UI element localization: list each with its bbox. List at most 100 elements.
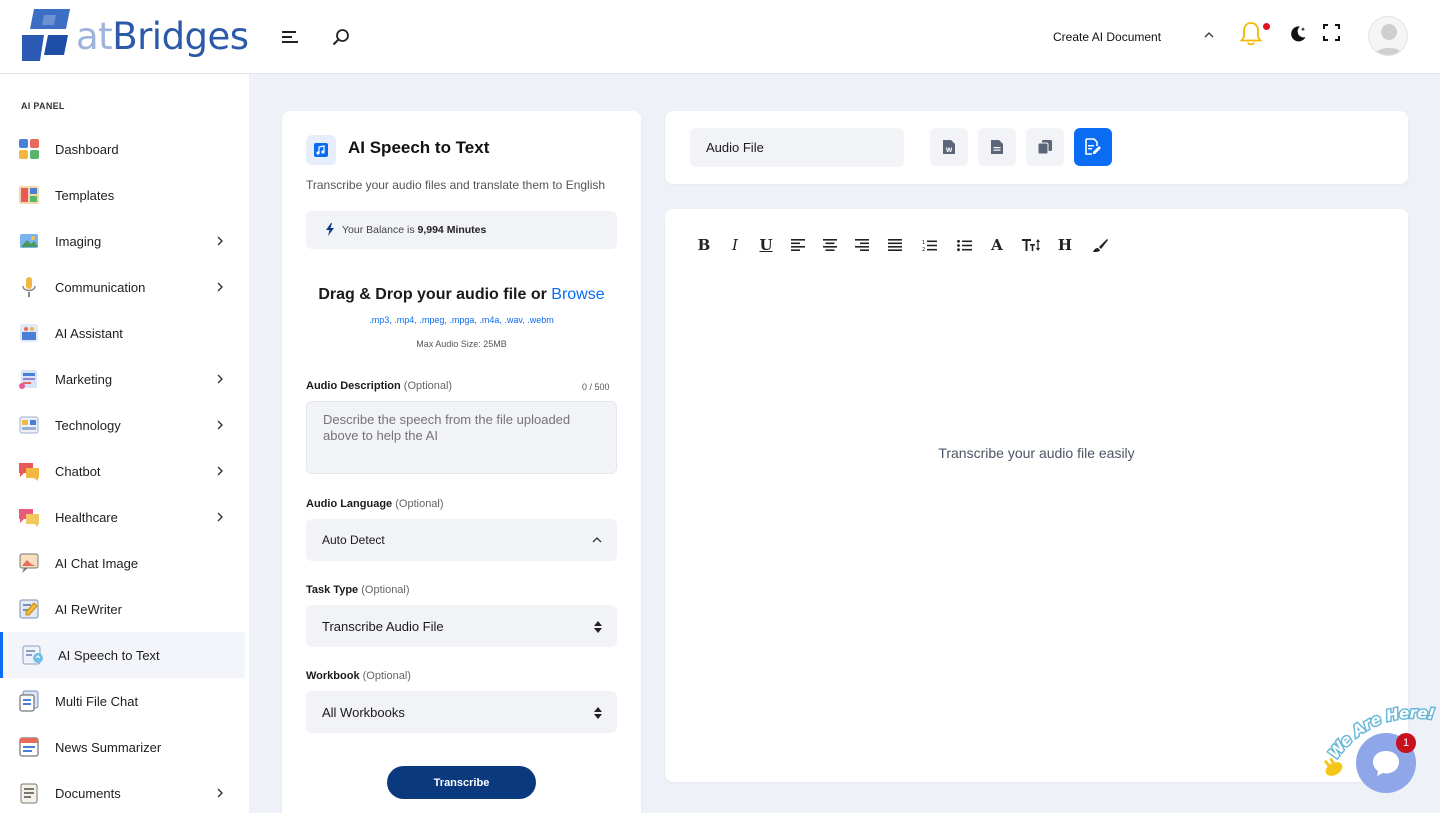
workbook-select[interactable]: All Workbooks xyxy=(306,691,617,733)
sidebar-item-ai-rewriter[interactable]: AI ReWriter xyxy=(0,586,245,632)
audio-language-select[interactable]: Auto Detect xyxy=(306,519,617,561)
notification-dot xyxy=(1263,23,1270,30)
brand-logo[interactable]: atBridges xyxy=(22,9,249,61)
speech-to-text-form: AI Speech to Text Transcribe your audio … xyxy=(282,111,641,813)
svg-text:2: 2 xyxy=(922,247,925,252)
svg-text:W: W xyxy=(946,147,953,154)
align-justify-button[interactable] xyxy=(885,235,905,255)
export-text-icon xyxy=(991,140,1003,154)
chevron-right-icon xyxy=(217,236,223,246)
task-type-label: Task Type (Optional) xyxy=(306,584,410,596)
sidebar-item-label: Marketing xyxy=(55,371,113,387)
sidebar-item-label: Healthcare xyxy=(55,509,118,525)
user-avatar-icon xyxy=(1374,24,1404,55)
audio-description-input[interactable] xyxy=(306,401,617,474)
ordered-list-icon: 12 xyxy=(922,240,937,252)
description-char-counter: 0 / 500 xyxy=(582,382,610,392)
align-left-button[interactable] xyxy=(788,235,808,255)
audio-language-label: Audio Language (Optional) xyxy=(306,498,444,510)
sidebar-item-communication[interactable]: Communication xyxy=(0,264,245,310)
chat-notification-badge: 1 xyxy=(1396,733,1416,753)
unordered-list-button[interactable] xyxy=(954,235,974,255)
sidebar-item-label: Dashboard xyxy=(55,141,119,157)
logo-suffix: Bridges xyxy=(112,15,249,58)
microphone-icon xyxy=(22,277,36,297)
export-word-button[interactable]: W xyxy=(930,128,968,166)
ordered-list-button[interactable]: 12 xyxy=(919,235,939,255)
align-center-button[interactable] xyxy=(820,235,840,255)
copy-button[interactable] xyxy=(1026,128,1064,166)
sidebar-item-multi-file-chat[interactable]: Multi File Chat xyxy=(0,678,245,724)
save-edit-button[interactable] xyxy=(1074,128,1112,166)
export-text-button[interactable] xyxy=(978,128,1016,166)
workbook-value: All Workbooks xyxy=(322,705,405,720)
sidebar-item-label: AI ReWriter xyxy=(55,601,122,617)
assistant-icon xyxy=(20,324,38,342)
sidebar-item-ai-chat-image[interactable]: AI Chat Image xyxy=(0,540,245,586)
sidebar-item-chatbot[interactable]: Chatbot xyxy=(0,448,245,494)
sidebar-item-templates[interactable]: Templates xyxy=(0,172,245,218)
multi-file-icon xyxy=(19,690,39,712)
sidebar-item-news-summarizer[interactable]: News Summarizer xyxy=(0,724,245,770)
sidebar-item-documents[interactable]: Documents xyxy=(0,770,245,813)
sidebar: AI PANEL Dashboard Templates Imaging Com… xyxy=(0,74,250,813)
sidebar-item-label: Multi File Chat xyxy=(55,693,139,709)
max-audio-size: Max Audio Size: 25MB xyxy=(416,339,507,349)
user-avatar[interactable] xyxy=(1368,16,1408,56)
transcribe-button[interactable]: Transcribe xyxy=(387,766,536,799)
balance-prefix: Your Balance is xyxy=(342,224,415,236)
healthcare-icon xyxy=(19,509,39,527)
dark-mode-icon[interactable] xyxy=(1288,24,1308,44)
font-color-icon: A xyxy=(991,236,1003,254)
underline-icon: U xyxy=(759,236,773,254)
music-note-icon xyxy=(314,143,328,157)
sidebar-item-ai-speech-to-text[interactable]: AI Speech to Text xyxy=(0,632,245,678)
chevron-up-icon[interactable] xyxy=(1202,28,1216,42)
align-center-icon xyxy=(823,239,837,251)
menu-icon xyxy=(282,31,298,43)
sidebar-item-ai-assistant[interactable]: AI Assistant xyxy=(0,310,245,356)
sidebar-item-label: Templates xyxy=(55,187,115,203)
heading-button[interactable]: H xyxy=(1055,235,1075,255)
create-ai-document-menu[interactable]: Create AI Document xyxy=(1053,30,1161,44)
sidebar-item-dashboard[interactable]: Dashboard xyxy=(0,126,245,172)
task-type-value: Transcribe Audio File xyxy=(322,619,444,634)
align-right-icon xyxy=(855,239,869,251)
copy-icon xyxy=(1037,140,1052,155)
sidebar-item-healthcare[interactable]: Healthcare xyxy=(0,494,245,540)
browse-link[interactable]: Browse xyxy=(551,286,604,303)
workbook-label: Workbook (Optional) xyxy=(306,670,411,682)
audio-dropzone[interactable]: Drag & Drop your audio file or Browse xyxy=(282,286,641,304)
chevron-up-icon xyxy=(592,537,602,543)
align-right-button[interactable] xyxy=(852,235,872,255)
bold-button[interactable]: B xyxy=(694,235,714,255)
chevron-right-icon xyxy=(217,512,223,522)
bell-icon[interactable] xyxy=(1240,21,1262,47)
task-type-select[interactable]: Transcribe Audio File xyxy=(306,605,617,647)
page-subtitle: Transcribe your audio files and translat… xyxy=(306,178,606,192)
font-color-button[interactable]: A xyxy=(987,235,1007,255)
sidebar-item-marketing[interactable]: Marketing xyxy=(0,356,245,402)
search-button[interactable] xyxy=(330,26,352,48)
sidebar-item-technology[interactable]: Technology xyxy=(0,402,245,448)
output-actions-bar: W xyxy=(665,111,1408,184)
technology-icon xyxy=(19,416,39,434)
font-size-icon xyxy=(1022,239,1040,251)
speech-to-text-icon xyxy=(22,645,43,665)
bold-icon: B xyxy=(697,236,711,254)
chevron-right-icon xyxy=(217,282,223,292)
page-title: AI Speech to Text xyxy=(348,138,490,157)
document-title-input[interactable] xyxy=(690,128,904,167)
font-size-button[interactable] xyxy=(1021,235,1041,255)
fullscreen-icon[interactable] xyxy=(1323,24,1340,41)
balance-box: Your Balance is 9,994 Minutes xyxy=(306,211,617,249)
sidebar-item-imaging[interactable]: Imaging xyxy=(0,218,245,264)
balance-value: 9,994 Minutes xyxy=(417,224,487,236)
save-edit-icon xyxy=(1085,138,1101,155)
menu-toggle-button[interactable] xyxy=(279,26,301,48)
supported-formats: .mp3, .mp4, .mpeg, .mpga, .m4a, .wav, .w… xyxy=(369,315,554,325)
brush-button[interactable] xyxy=(1090,235,1110,255)
underline-button[interactable]: U xyxy=(756,235,776,255)
italic-button[interactable]: I xyxy=(725,235,745,255)
logo-prefix: at xyxy=(76,15,113,58)
